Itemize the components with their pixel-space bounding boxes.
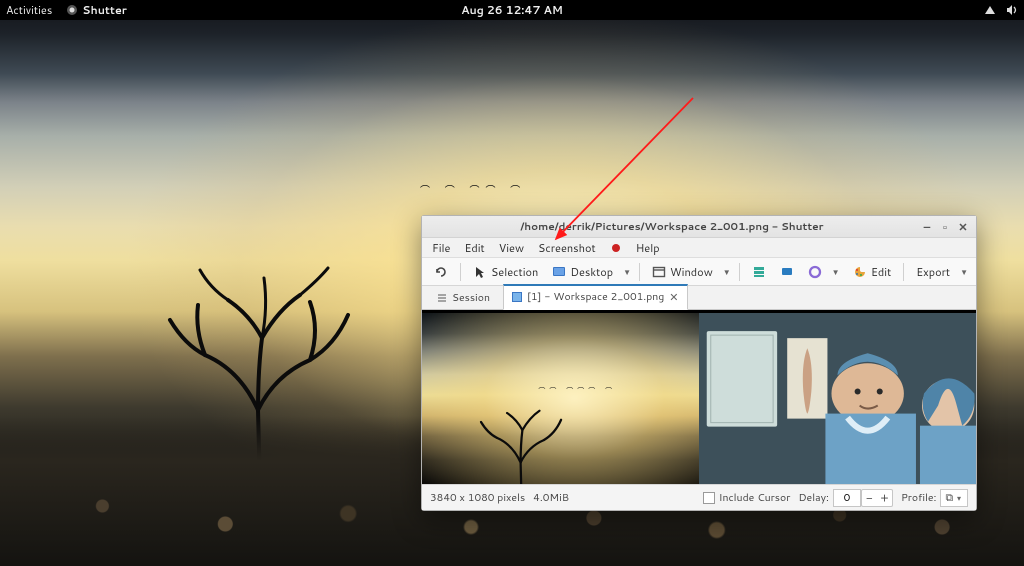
menu-capture-icon bbox=[752, 265, 766, 279]
redo-icon bbox=[434, 265, 448, 279]
window-maximize-button[interactable]: ▫ bbox=[938, 220, 952, 234]
statusbar: 3840 x 1080 pixels 4.0MiB Include Cursor… bbox=[422, 484, 976, 510]
export-dropdown[interactable]: ▼ bbox=[958, 266, 970, 278]
cursor-icon bbox=[473, 265, 487, 279]
activities-button[interactable]: Activities bbox=[6, 2, 52, 18]
wallpaper-birds: ︵ ︵ ︵︵ ︵ bbox=[420, 175, 526, 191]
desktop-dropdown[interactable]: ▼ bbox=[621, 266, 633, 278]
tab-active-label: [1] - Workspace 2_001.png bbox=[527, 290, 664, 304]
image-dimensions: 3840 x 1080 pixels bbox=[430, 491, 525, 505]
delay-decrement[interactable]: − bbox=[861, 489, 877, 507]
profile-dropdown-caret: ▾ bbox=[955, 492, 963, 504]
image-thumb-icon bbox=[512, 292, 522, 302]
window-close-button[interactable]: ✕ bbox=[956, 220, 970, 234]
topbar-active-app[interactable]: Shutter bbox=[66, 2, 127, 18]
window-minimize-button[interactable]: – bbox=[920, 220, 934, 234]
selection-label: Selection bbox=[491, 264, 538, 280]
tab-close-button[interactable]: ✕ bbox=[669, 289, 678, 305]
tab-workspace-image[interactable]: [1] - Workspace 2_001.png ✕ bbox=[503, 284, 688, 310]
toolbar: Selection Desktop ▼ Window ▼ bbox=[422, 258, 976, 286]
tooltip-capture-icon bbox=[780, 265, 794, 279]
menu-file[interactable]: File bbox=[426, 238, 456, 258]
menu-view[interactable]: View bbox=[493, 238, 530, 258]
window-capture-label: Window bbox=[670, 264, 713, 280]
include-cursor-toggle[interactable]: Include Cursor bbox=[703, 491, 791, 505]
export-button[interactable]: Export bbox=[910, 261, 956, 283]
separator bbox=[460, 263, 461, 281]
edit-label: Edit bbox=[871, 264, 891, 280]
delay-input[interactable] bbox=[833, 489, 861, 507]
web-dropdown[interactable]: ▼ bbox=[830, 266, 842, 278]
image-preview-area[interactable]: ︵︵ ︵︵︵ ︵ bbox=[422, 310, 976, 484]
desktop-button[interactable]: Desktop bbox=[546, 261, 619, 283]
profile-label: Profile: bbox=[901, 491, 937, 505]
web-capture-button[interactable] bbox=[802, 262, 828, 282]
include-cursor-label: Include Cursor bbox=[719, 491, 791, 505]
profile-recent-icon: ⧉ bbox=[945, 491, 953, 505]
gnome-top-bar: Activities Shutter Aug 26 12:47 AM bbox=[0, 0, 1024, 20]
shutter-window: /home/derrik/Pictures/Workspace 2_001.pn… bbox=[421, 215, 977, 511]
profile-combo[interactable]: ⧉ ▾ bbox=[940, 489, 968, 507]
topbar-app-name: Shutter bbox=[82, 2, 127, 18]
edit-button[interactable]: Edit bbox=[847, 261, 897, 283]
separator bbox=[739, 263, 740, 281]
web-capture-icon bbox=[808, 265, 822, 279]
menu-capture-button[interactable] bbox=[746, 262, 772, 282]
window-icon bbox=[652, 265, 666, 279]
menubar: File Edit View Screenshot Go Help bbox=[422, 238, 976, 258]
separator bbox=[903, 263, 904, 281]
redo-button[interactable] bbox=[428, 262, 454, 282]
window-capture-button[interactable]: Window bbox=[646, 261, 719, 283]
palette-icon bbox=[853, 265, 867, 279]
window-titlebar[interactable]: /home/derrik/Pictures/Workspace 2_001.pn… bbox=[422, 216, 976, 238]
include-cursor-checkbox[interactable] bbox=[703, 492, 715, 504]
tab-session-label: Session bbox=[452, 291, 490, 305]
image-filesize: 4.0MiB bbox=[533, 491, 569, 505]
window-dropdown[interactable]: ▼ bbox=[721, 266, 733, 278]
document-tabbar: Session [1] - Workspace 2_001.png ✕ bbox=[422, 286, 976, 310]
selection-button[interactable]: Selection bbox=[467, 261, 544, 283]
topbar-clock[interactable]: Aug 26 12:47 AM bbox=[461, 2, 563, 18]
annotation-arrow bbox=[548, 95, 698, 245]
export-label: Export bbox=[916, 264, 950, 280]
topbar-system-menu[interactable] bbox=[984, 4, 1018, 16]
menu-edit[interactable]: Edit bbox=[458, 238, 490, 258]
desktop-icon bbox=[552, 265, 566, 279]
session-list-icon bbox=[437, 293, 447, 303]
separator bbox=[639, 263, 640, 281]
shutter-app-icon bbox=[66, 4, 78, 16]
network-icon bbox=[984, 4, 996, 16]
delay-stepper[interactable]: − + bbox=[833, 489, 893, 507]
tab-session[interactable]: Session bbox=[428, 286, 499, 310]
tooltip-capture-button[interactable] bbox=[774, 262, 800, 282]
delay-increment[interactable]: + bbox=[877, 489, 893, 507]
delay-label: Delay: bbox=[798, 491, 829, 505]
desktop-label: Desktop bbox=[570, 264, 613, 280]
screenshot-thumbnail: ︵︵ ︵︵︵ ︵ bbox=[422, 310, 976, 484]
volume-icon bbox=[1006, 4, 1018, 16]
